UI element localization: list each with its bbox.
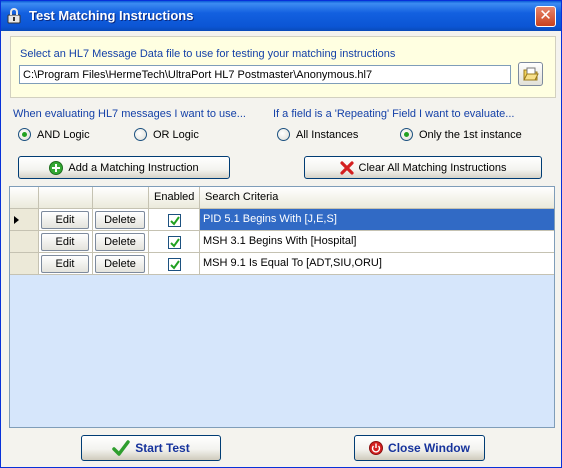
open-folder-icon: [523, 67, 539, 81]
enabled-checkbox[interactable]: [168, 258, 181, 271]
lock-icon: [7, 8, 21, 24]
or-logic-radio[interactable]: [134, 128, 147, 141]
browse-file-button[interactable]: [518, 62, 543, 86]
clear-all-button[interactable]: Clear All Matching Instructions: [304, 156, 542, 179]
current-row-arrow-icon: [14, 216, 19, 224]
edit-button[interactable]: Edit: [41, 255, 89, 273]
checkmark-icon: [170, 260, 180, 270]
delete-button[interactable]: Delete: [95, 255, 145, 273]
all-instances-label: All Instances: [296, 128, 359, 141]
start-test-label: Start Test: [135, 441, 190, 455]
logic-section-label: When evaluating HL7 messages I want to u…: [13, 108, 246, 120]
or-logic-option[interactable]: OR Logic: [134, 128, 199, 141]
row-selector[interactable]: [10, 253, 39, 275]
edit-button[interactable]: Edit: [41, 233, 89, 251]
delete-button[interactable]: Delete: [95, 233, 145, 251]
criteria-cell[interactable]: MSH 3.1 Begins With [Hospital]: [200, 231, 554, 253]
repeat-section-label: If a field is a 'Repeating' Field I want…: [273, 108, 515, 120]
criteria-cell[interactable]: PID 5.1 Begins With [J,E,S]: [200, 209, 554, 231]
clear-all-label: Clear All Matching Instructions: [358, 161, 507, 174]
delete-button[interactable]: Delete: [95, 211, 145, 229]
green-checkmark-icon: [112, 440, 131, 456]
all-instances-option[interactable]: All Instances: [277, 128, 358, 141]
first-instance-label: Only the 1st instance: [419, 128, 522, 141]
table-row[interactable]: Edit Delete MSH 3.1 Begins With [Hospita…: [10, 231, 554, 253]
edit-column-header: [39, 187, 93, 209]
enabled-checkbox[interactable]: [168, 214, 181, 227]
and-logic-label: AND Logic: [37, 128, 90, 141]
table-row[interactable]: Edit Delete MSH 9.1 Is Equal To [ADT,SIU…: [10, 253, 554, 275]
checkmark-icon: [170, 238, 180, 248]
or-logic-label: OR Logic: [153, 128, 199, 141]
close-icon[interactable]: ✕: [535, 6, 556, 27]
row-selector[interactable]: [10, 231, 39, 253]
row-selector[interactable]: [10, 209, 39, 231]
red-x-icon: [339, 160, 354, 175]
close-window-label: Close Window: [388, 441, 470, 455]
row-header-column: [10, 187, 39, 209]
first-instance-option[interactable]: Only the 1st instance: [400, 128, 522, 141]
instructions-grid: Enabled Search Criteria Edit Delete PID …: [9, 186, 555, 428]
add-icon: [49, 160, 64, 175]
grid-header: Enabled Search Criteria: [10, 187, 554, 209]
checkmark-icon: [170, 216, 180, 226]
first-instance-radio[interactable]: [400, 128, 413, 141]
criteria-column-header[interactable]: Search Criteria: [200, 187, 554, 209]
and-logic-option[interactable]: AND Logic: [18, 128, 90, 141]
add-instruction-button[interactable]: Add a Matching Instruction: [18, 156, 230, 179]
all-instances-radio[interactable]: [277, 128, 290, 141]
and-logic-radio[interactable]: [18, 128, 31, 141]
edit-button[interactable]: Edit: [41, 211, 89, 229]
enabled-column-header[interactable]: Enabled: [149, 187, 200, 209]
file-path-input[interactable]: [19, 65, 511, 84]
title-bar: Test Matching Instructions ✕: [1, 1, 561, 31]
criteria-cell[interactable]: MSH 9.1 Is Equal To [ADT,SIU,ORU]: [200, 253, 554, 275]
test-matching-window: Test Matching Instructions ✕ Select an H…: [0, 0, 562, 468]
enabled-checkbox[interactable]: [168, 236, 181, 249]
table-row[interactable]: Edit Delete PID 5.1 Begins With [J,E,S]: [10, 209, 554, 231]
add-instruction-label: Add a Matching Instruction: [68, 161, 199, 174]
close-window-button[interactable]: Close Window: [354, 435, 485, 461]
power-icon: [369, 441, 384, 455]
window-title: Test Matching Instructions: [29, 8, 194, 23]
file-prompt-label: Select an HL7 Message Data file to use f…: [20, 48, 396, 60]
delete-column-header: [93, 187, 149, 209]
file-selection-panel: Select an HL7 Message Data file to use f…: [10, 36, 556, 98]
start-test-button[interactable]: Start Test: [81, 435, 221, 461]
